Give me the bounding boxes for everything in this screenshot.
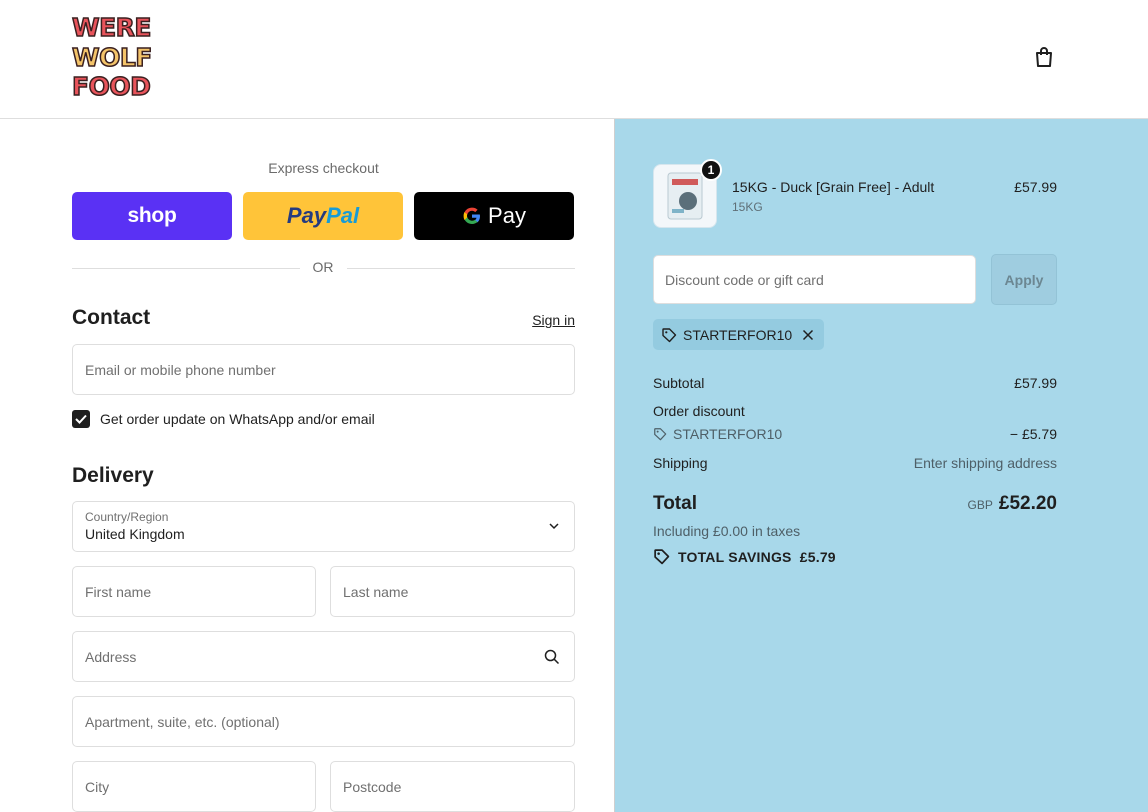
logo-line-2: WOLF — [71, 42, 153, 72]
total-currency: GBP — [967, 498, 993, 512]
last-name-field[interactable] — [330, 566, 575, 617]
sign-in-link[interactable]: Sign in — [500, 312, 575, 328]
or-divider: OR — [72, 259, 575, 277]
delivery-heading: Delivery — [72, 464, 154, 487]
search-icon[interactable] — [544, 649, 560, 665]
postcode-input[interactable] — [343, 778, 562, 795]
tax-note: Including £0.00 in taxes — [653, 523, 801, 539]
google-pay-label: Pay — [488, 203, 526, 228]
total-label: Total — [653, 493, 697, 514]
discount-code-field[interactable] — [653, 255, 976, 304]
order-summary: 1 15KG - Duck [Grain Free] - Adult 15KG … — [614, 119, 1148, 812]
product-price: £57.99 — [1014, 179, 1057, 195]
country-value: United Kingdom — [85, 526, 185, 542]
quantity-badge: 1 — [700, 159, 722, 181]
city-input[interactable] — [85, 778, 303, 795]
whatsapp-checkbox[interactable] — [72, 410, 90, 428]
total-amount: £52.20 — [998, 493, 1057, 514]
shop-pay-label: shop — [127, 204, 177, 227]
apartment-field[interactable] — [72, 696, 575, 747]
or-label: OR — [312, 259, 334, 275]
apartment-input[interactable] — [85, 713, 562, 730]
shop-pay-button[interactable]: shop — [72, 192, 232, 240]
shipping-value: Enter shipping address — [913, 455, 1057, 471]
country-label: Country/Region — [85, 510, 169, 524]
apply-discount-button[interactable]: Apply — [991, 254, 1057, 305]
tag-icon — [654, 428, 667, 441]
discount-code-input[interactable] — [665, 271, 964, 288]
contact-heading: Contact — [72, 306, 151, 329]
address-input[interactable] — [85, 648, 562, 665]
product-name: 15KG - Duck [Grain Free] - Adult — [732, 179, 935, 195]
product-variant: 15KG — [732, 200, 763, 214]
express-checkout-label: Express checkout — [268, 160, 379, 176]
google-g-icon — [463, 207, 481, 224]
total-value-row: GBP £52.20 — [875, 493, 1057, 515]
email-field[interactable] — [72, 344, 575, 395]
whatsapp-optin[interactable]: Get order update on WhatsApp and/or emai… — [72, 409, 375, 429]
total-savings: TOTAL SAVINGS £5.79 — [653, 548, 836, 565]
order-discount-code-text: STARTERFOR10 — [673, 426, 783, 442]
savings-tag-icon — [654, 549, 670, 565]
google-pay-button[interactable]: Pay — [414, 192, 574, 240]
whatsapp-label: Get order update on WhatsApp and/or emai… — [100, 411, 375, 427]
applied-discount-chip: STARTERFOR10 — [653, 319, 825, 350]
tag-icon — [662, 327, 677, 342]
country-select[interactable]: Country/Region United Kingdom — [72, 501, 575, 552]
email-input[interactable] — [85, 361, 562, 378]
first-name-field[interactable] — [72, 566, 316, 617]
paypal-label-part2: Pal — [326, 203, 360, 228]
logo-line-1: WERE — [71, 13, 152, 42]
divider-line — [347, 268, 575, 269]
remove-discount-icon[interactable] — [802, 329, 814, 341]
chevron-down-icon — [549, 523, 559, 530]
order-discount-label: Order discount — [653, 403, 745, 419]
paypal-label-part1: Pay — [286, 203, 327, 228]
address-field[interactable] — [72, 631, 575, 682]
shipping-label: Shipping — [653, 455, 708, 471]
divider-line — [72, 268, 300, 269]
brand-logo[interactable]: WERE WOLF FOOD — [71, 13, 153, 101]
first-name-input[interactable] — [85, 583, 303, 600]
postcode-field[interactable] — [330, 761, 575, 812]
subtotal-label: Subtotal — [653, 375, 705, 391]
checkout-form: Express checkout shop Pay Pal Pay OR Cont… — [0, 119, 614, 812]
paypal-button[interactable]: Pay Pal — [243, 192, 403, 240]
city-field[interactable] — [72, 761, 316, 812]
subtotal-value: £57.99 — [1014, 375, 1057, 391]
order-discount-code: STARTERFOR10 — [653, 426, 782, 442]
last-name-input[interactable] — [343, 583, 562, 600]
page-header: WERE WOLF FOOD — [0, 0, 1148, 119]
logo-line-3: FOOD — [71, 72, 151, 101]
checkmark-icon — [75, 414, 87, 424]
applied-discount-code: STARTERFOR10 — [683, 326, 793, 343]
total-savings-text: TOTAL SAVINGS £5.79 — [678, 548, 836, 565]
order-discount-value: − £5.79 — [1009, 426, 1057, 442]
shopping-bag-icon[interactable] — [1032, 45, 1056, 69]
